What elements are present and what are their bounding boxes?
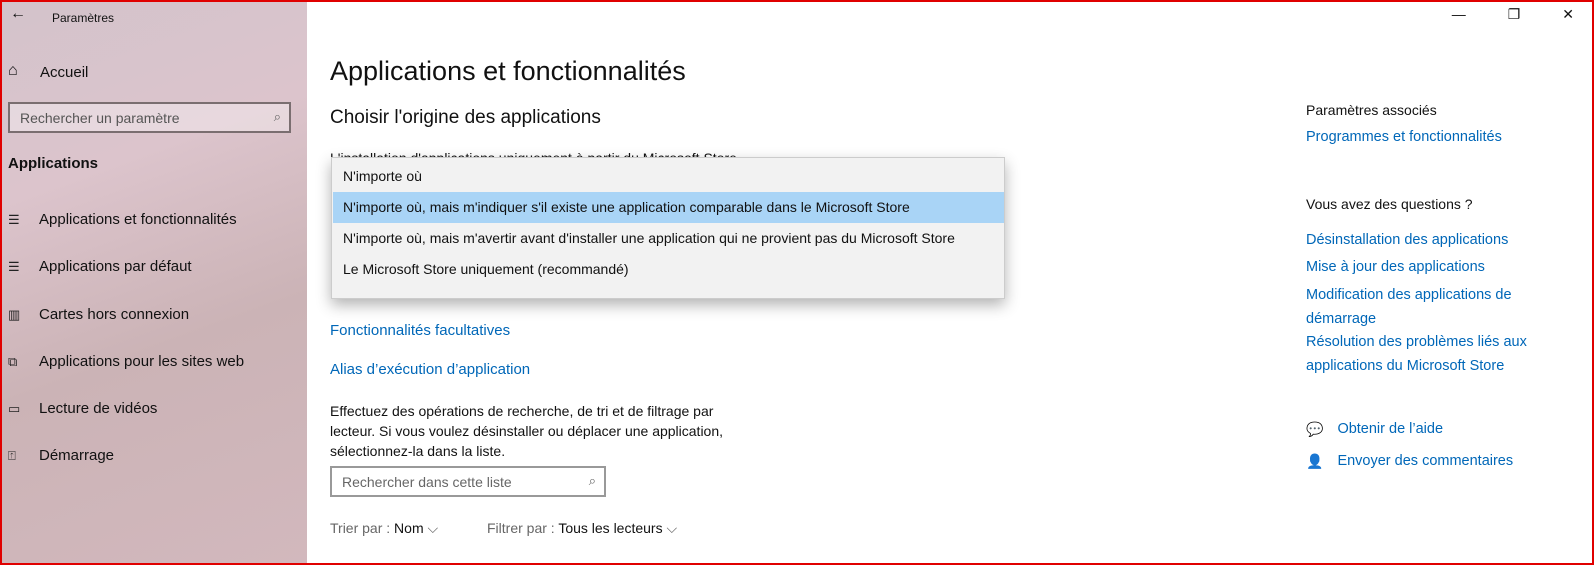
sort-value: Nom xyxy=(394,520,424,536)
back-arrow-icon[interactable]: ← xyxy=(10,5,26,23)
minimize-button[interactable]: — xyxy=(1452,6,1466,23)
apps-websites-icon: ⧉ xyxy=(8,353,18,369)
sidebar-item-default-apps[interactable]: ☰ Applications par défaut xyxy=(8,258,192,275)
default-apps-icon: ☰ xyxy=(8,258,20,274)
filter-label: Filtrer par : xyxy=(487,520,555,536)
section-heading: Applications xyxy=(8,155,99,172)
video-playback-icon: ▭ xyxy=(8,400,21,416)
apps-features-icon: ☰ xyxy=(8,211,20,227)
startup-apps-link[interactable]: Modification des applications de démarra… xyxy=(1306,284,1546,331)
dropdown-option[interactable]: Le Microsoft Store uniquement (recommand… xyxy=(333,254,1004,285)
dropdown-option[interactable]: N'importe où xyxy=(333,161,1004,192)
sort-dropdown[interactable]: Trier par : Nom ⌵ xyxy=(330,520,438,537)
programs-features-link[interactable]: Programmes et fonctionnalités xyxy=(1306,126,1502,150)
feedback-person-icon: 👤 xyxy=(1306,453,1324,470)
search-placeholder: Rechercher un paramètre xyxy=(20,110,180,126)
troubleshoot-store-link[interactable]: Résolution des problèmes liés aux applic… xyxy=(1306,331,1546,378)
related-settings-heading: Paramètres associés xyxy=(1306,102,1437,118)
sort-label: Trier par : xyxy=(330,520,391,536)
send-feedback-link[interactable]: 👤 Envoyer des commentaires xyxy=(1306,450,1513,474)
sidebar-item-apps-websites[interactable]: ⧉ Applications pour les sites web xyxy=(8,353,244,370)
sidebar-item-label: Applications par défaut xyxy=(39,258,192,275)
sidebar-item-label: Démarrage xyxy=(39,447,115,464)
help-chat-icon: 💬 xyxy=(1306,421,1324,438)
search-icon: ⌕ xyxy=(273,109,281,124)
app-execution-alias-link[interactable]: Alias d’exécution d’application xyxy=(330,361,530,378)
search-icon: ⌕ xyxy=(588,473,596,488)
sidebar-item-label: Applications pour les sites web xyxy=(39,353,245,370)
update-apps-link[interactable]: Mise à jour des applications xyxy=(1306,256,1485,280)
list-description: Effectuez des opérations de recherche, d… xyxy=(330,403,724,459)
sidebar-item-label: Cartes hors connexion xyxy=(39,306,190,323)
section-subtitle: Choisir l'origine des applications xyxy=(330,107,601,128)
close-button[interactable]: ✕ xyxy=(1562,6,1574,23)
sidebar-item-startup[interactable]: ⍐ Démarrage xyxy=(8,447,114,464)
restore-button[interactable]: ❐ xyxy=(1508,6,1521,23)
startup-icon: ⍐ xyxy=(8,447,16,463)
sidebar-item-apps-features[interactable]: ☰ Applications et fonctionnalités xyxy=(8,211,237,228)
sidebar-item-video-playback[interactable]: ▭ Lecture de vidéos xyxy=(8,400,157,417)
home-icon: ⌂ xyxy=(8,62,18,79)
sidebar-item-label: Applications et fonctionnalités xyxy=(39,211,237,228)
window-title: Paramètres xyxy=(52,11,115,25)
optional-features-link[interactable]: Fonctionnalités facultatives xyxy=(330,322,510,339)
list-search-input[interactable]: Rechercher dans cette liste ⌕ xyxy=(330,466,606,497)
chevron-down-icon: ⌵ xyxy=(427,520,439,536)
filter-dropdown[interactable]: Filtrer par : Tous les lecteurs ⌵ xyxy=(487,520,677,537)
dropdown-option-highlighted[interactable]: N'importe où, mais m'indiquer s'il exist… xyxy=(333,192,1004,223)
offline-maps-icon: ▥ xyxy=(8,306,21,322)
app-source-dropdown-list: N'importe où N'importe où, mais m'indiqu… xyxy=(331,157,1005,299)
search-placeholder: Rechercher dans cette liste xyxy=(342,474,512,490)
sidebar-item-label: Lecture de vidéos xyxy=(39,400,158,417)
uninstall-apps-link[interactable]: Désinstallation des applications xyxy=(1306,229,1508,253)
filter-value: Tous les lecteurs xyxy=(558,520,663,536)
settings-search-input[interactable]: Rechercher un paramètre ⌕ xyxy=(8,102,291,133)
sidebar-item-offline-maps[interactable]: ▥ Cartes hors connexion xyxy=(8,306,189,323)
chevron-down-icon: ⌵ xyxy=(666,520,678,536)
send-feedback-label: Envoyer des commentaires xyxy=(1337,453,1514,469)
questions-heading: Vous avez des questions ? xyxy=(1306,196,1473,212)
get-help-label: Obtenir de l’aide xyxy=(1337,421,1444,437)
dropdown-option[interactable]: N'importe où, mais m'avertir avant d'ins… xyxy=(333,223,1004,254)
get-help-link[interactable]: 💬 Obtenir de l’aide xyxy=(1306,418,1443,442)
page-title: Applications et fonctionnalités xyxy=(330,56,686,86)
home-link[interactable]: Accueil xyxy=(40,64,88,81)
sidebar: ← Paramètres ⌂ Accueil Rechercher un par… xyxy=(0,0,307,565)
